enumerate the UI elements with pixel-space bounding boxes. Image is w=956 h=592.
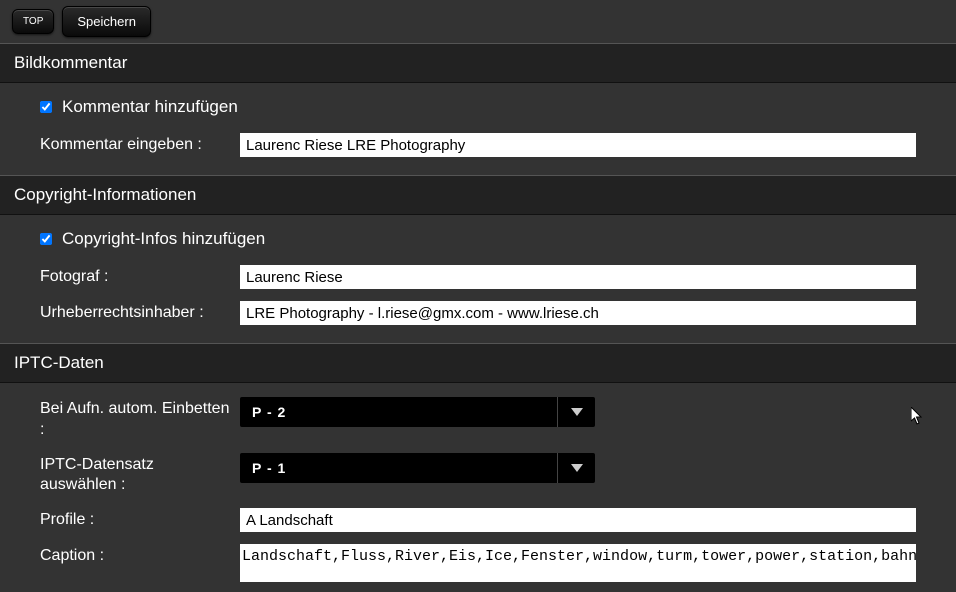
add-comment-checkbox[interactable] bbox=[40, 101, 52, 113]
caption-label: Caption : bbox=[40, 544, 230, 567]
photographer-label: Fotograf : bbox=[40, 265, 230, 288]
record-select[interactable]: P - 1 bbox=[240, 453, 595, 483]
caption-input[interactable]: Landschaft,Fluss,River,Eis,Ice,Fenster,w… bbox=[240, 544, 916, 582]
embed-select-value: P - 2 bbox=[240, 404, 557, 420]
profile-input[interactable] bbox=[240, 508, 916, 532]
section-copyright: Copyright-Informationen Copyright-Infos … bbox=[0, 175, 956, 343]
embed-select[interactable]: P - 2 bbox=[240, 397, 595, 427]
copyright-owner-label: Urheberrechtsinhaber : bbox=[40, 301, 230, 324]
record-select-value: P - 1 bbox=[240, 460, 557, 476]
add-comment-label: Kommentar hinzufügen bbox=[62, 97, 238, 117]
section-iptc: IPTC-Daten Bei Aufn. autom. Einbetten : … bbox=[0, 343, 956, 592]
comment-input[interactable] bbox=[240, 133, 916, 157]
section-iptc-header: IPTC-Daten bbox=[0, 344, 956, 383]
photographer-input[interactable] bbox=[240, 265, 916, 289]
section-comment: Bildkommentar Kommentar hinzufügen Komme… bbox=[0, 43, 956, 175]
record-label: IPTC-Datensatz auswählen : bbox=[40, 453, 230, 497]
section-copyright-header: Copyright-Informationen bbox=[0, 176, 956, 215]
profile-label: Profile : bbox=[40, 508, 230, 531]
chevron-down-icon bbox=[557, 453, 595, 483]
top-button[interactable]: TOP bbox=[12, 9, 54, 34]
save-button[interactable]: Speichern bbox=[62, 6, 151, 37]
embed-label: Bei Aufn. autom. Einbetten : bbox=[40, 397, 230, 441]
section-comment-header: Bildkommentar bbox=[0, 44, 956, 83]
copyright-owner-input[interactable] bbox=[240, 301, 916, 325]
comment-input-label: Kommentar eingeben : bbox=[40, 133, 230, 156]
chevron-down-icon bbox=[557, 397, 595, 427]
add-copyright-checkbox[interactable] bbox=[40, 233, 52, 245]
add-copyright-label: Copyright-Infos hinzufügen bbox=[62, 229, 265, 249]
